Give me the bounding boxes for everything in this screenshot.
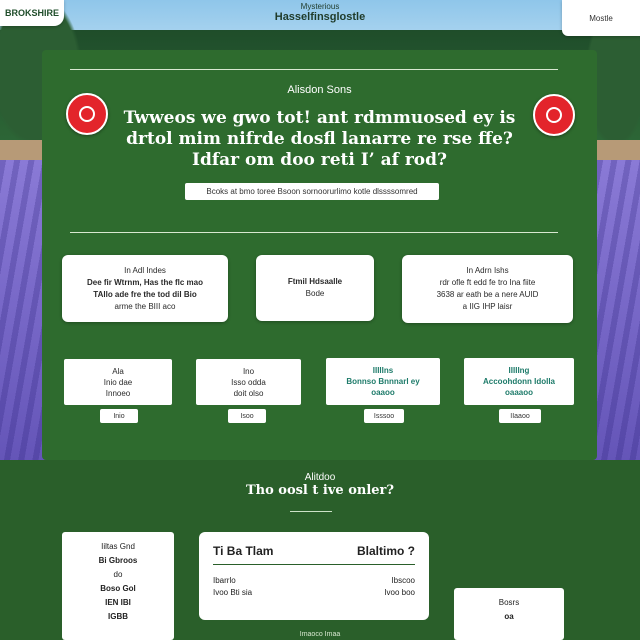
- header-subtitle: Mysterious: [300, 2, 340, 11]
- comparison-col-right: Blaltimo ?: [356, 544, 415, 558]
- next-button[interactable]: [533, 94, 575, 136]
- option-line: doit olso: [233, 388, 264, 398]
- circle-icon: [79, 106, 95, 122]
- card-line: In Adrn Ishs: [466, 266, 509, 275]
- comparison-header: Ti Ba Tlam Blaltimo ?: [213, 544, 415, 558]
- section-question: Tho oosl t ive onler?: [245, 483, 395, 498]
- option-button-label: Isoo: [240, 412, 254, 420]
- option-line: Innoeo: [105, 388, 131, 398]
- corner-button-label: Mostle: [589, 13, 613, 23]
- option-button[interactable]: Isssoo: [364, 409, 404, 423]
- details-card[interactable]: Iiltas Gnd Bi Gbroos do Boso Gol IEN IBI…: [62, 532, 174, 640]
- section-heading: Alitdoo Tho oosl t ive onler?: [0, 472, 640, 498]
- quote-line: Twweos we gwo tot! ant rdmmuosed ey is: [123, 108, 516, 128]
- option-line: Inio dae: [103, 377, 133, 387]
- divider: [213, 564, 415, 565]
- quote-line: drtol mim nifrde dosfl lanarre re rse ff…: [126, 129, 513, 149]
- comparison-row: Ibarrlo Ibscoo: [213, 575, 415, 587]
- option-button[interactable]: Isoo: [228, 409, 266, 423]
- option-card[interactable]: Ino Isso odda doit olso: [196, 359, 301, 405]
- comparison-card[interactable]: Ti Ba Tlam Blaltimo ? Ibarrlo Ibscoo Ivo…: [199, 532, 429, 620]
- option-card[interactable]: Ala Inio dae Innoeo: [64, 359, 172, 405]
- comparison-cell: Ibarrlo: [213, 576, 236, 585]
- divider: [290, 511, 332, 512]
- summary-line: oa: [504, 612, 514, 621]
- cta-link[interactable]: Bcoks at bmo toree Bsoon sornoorurlimo k…: [185, 183, 439, 200]
- option-line: IIIIIns: [372, 366, 394, 375]
- option-button-label: IIaaoo: [510, 412, 530, 420]
- corner-menu-button[interactable]: Mostle: [562, 0, 640, 36]
- site-header: Mysterious Hasselfinsglostle: [200, 2, 440, 23]
- details-line: IGBB: [108, 612, 128, 621]
- details-line: Bi Gbroos: [98, 556, 138, 565]
- details-line: Iiltas Gnd: [101, 542, 135, 551]
- option-line: Ino: [242, 366, 255, 376]
- option-button-label: Inio: [113, 412, 125, 420]
- quote-line: Idfar om doo reti I’ af rod?: [192, 150, 447, 170]
- divider: [70, 69, 558, 70]
- option-line: oaaoo: [371, 388, 395, 397]
- cta-label: Bcoks at bmo toree Bsoon sornoorurlimo k…: [206, 187, 418, 196]
- divider: [70, 232, 558, 233]
- option-card[interactable]: IIIIIng Accoohdonn IdoIla oaaaoo: [464, 358, 574, 405]
- summary-card[interactable]: Bosrs oa: [454, 588, 564, 640]
- option-button[interactable]: Inio: [100, 409, 138, 423]
- comparison-row: Ivoo Bti sia Ivoo boo: [213, 587, 415, 599]
- option-button[interactable]: IIaaoo: [499, 409, 541, 423]
- card-line: Ftmil Hdsaalle: [287, 277, 343, 286]
- info-card[interactable]: In Adl Indes Dee fir Wtrnm, Has the flc …: [62, 255, 228, 322]
- comparison-cell: Ivoo Bti sia: [213, 588, 253, 597]
- option-line: Ala: [112, 366, 124, 376]
- circle-icon: [546, 107, 562, 123]
- card-line: a IIG IHP laisr: [462, 302, 513, 311]
- details-line: Boso Gol: [100, 584, 136, 593]
- card-line: rdr ofle ft edd fe tro Ina fiite: [439, 278, 536, 287]
- card-line: In Adl Indes: [124, 265, 166, 275]
- header-title: Hasselfinsglostle: [274, 11, 366, 23]
- option-line: Bonnso Bnnnarl ey: [346, 377, 420, 386]
- quote-text: Twweos we gwo tot! ant rdmmuosed ey is d…: [122, 108, 517, 171]
- details-line: do: [113, 570, 123, 579]
- info-card[interactable]: Ftmil Hdsaalle Bode: [256, 255, 374, 321]
- footer-text: Imaoco Imaa: [299, 631, 341, 638]
- section-author: Alitdoo: [304, 472, 336, 483]
- card-line: TAllo ade fre the tod dil Bio: [93, 289, 197, 299]
- option-line: IIIIIng: [508, 366, 530, 375]
- card-line: arme the BIII aco: [114, 301, 176, 311]
- logo-label: BROKSHIRE: [4, 8, 59, 18]
- site-logo[interactable]: BROKSHIRE: [0, 0, 64, 26]
- option-line: Accoohdonn IdoIla: [483, 377, 555, 386]
- info-card[interactable]: In Adrn Ishs rdr ofle ft edd fe tro Ina …: [402, 255, 573, 323]
- comparison-col-left: Ti Ba Tlam: [213, 544, 274, 558]
- option-line: oaaaoo: [504, 388, 533, 397]
- quote-author: Alisdon Sons: [287, 84, 352, 96]
- card-line: Bode: [305, 289, 325, 298]
- comparison-cell: Ivoo boo: [384, 588, 415, 597]
- main-panel: Alisdon Sons Twweos we gwo tot! ant rdmm…: [42, 50, 597, 460]
- card-line: Dee fir Wtrnm, Has the flc mao: [86, 277, 204, 287]
- card-line: 3638 ar eath be a nere AUID: [436, 290, 539, 299]
- option-line: Isso odda: [231, 377, 266, 387]
- comparison-cell: Ibscoo: [391, 576, 415, 585]
- option-card[interactable]: IIIIIns Bonnso Bnnnarl ey oaaoo: [326, 358, 440, 405]
- summary-line: Bosrs: [498, 598, 520, 607]
- option-button-label: Isssoo: [373, 412, 395, 420]
- details-line: IEN IBI: [105, 598, 131, 607]
- previous-button[interactable]: [66, 93, 108, 135]
